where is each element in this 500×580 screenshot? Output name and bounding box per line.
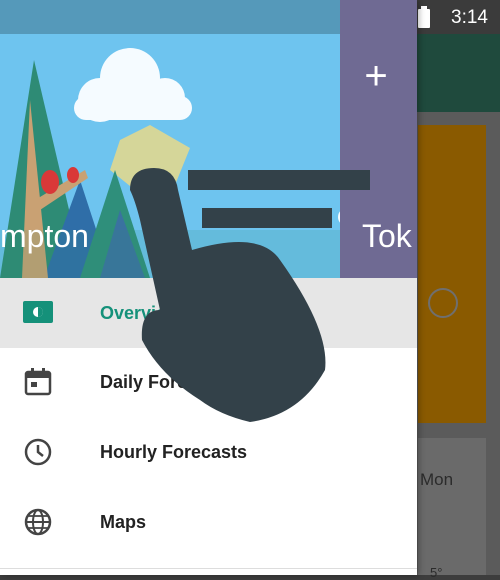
battery-icon — [418, 6, 430, 28]
globe-icon — [24, 508, 52, 536]
menu-item-hourly-forecasts[interactable]: Hourly Forecasts — [0, 418, 417, 486]
city-label-primary[interactable]: mpton — [0, 218, 89, 255]
menu-item-overview[interactable]: Overview — [0, 278, 417, 348]
add-location-icon[interactable]: + — [360, 56, 392, 96]
background-temp: 5° — [430, 565, 443, 580]
clock-icon — [24, 438, 52, 466]
menu-item-label: Maps — [100, 512, 147, 532]
menu-item-label: Hourly Forecasts — [100, 442, 248, 462]
menu-item-daily-forecasts[interactable]: Daily Forecasts — [0, 348, 417, 416]
menu-item-label: Daily Forecasts — [100, 372, 234, 392]
background-weather-card — [418, 125, 486, 423]
background-day-card — [418, 438, 486, 575]
loading-circle-icon — [428, 288, 458, 318]
drawer-header: + mpton Tok — [0, 0, 417, 278]
calendar-icon — [24, 368, 52, 396]
city-label-secondary[interactable]: Tok — [362, 218, 412, 255]
menu-item-label: Overview — [100, 303, 181, 323]
background-day-label: Mon — [420, 470, 454, 489]
status-time: 3:14 — [451, 7, 488, 28]
drawer-bottom-divider — [0, 568, 417, 569]
menu-item-maps[interactable]: Maps — [0, 488, 417, 556]
navigation-drawer[interactable]: + mpton Tok Overview Daily Forecasts Hou… — [0, 0, 417, 575]
overview-icon — [23, 301, 53, 323]
